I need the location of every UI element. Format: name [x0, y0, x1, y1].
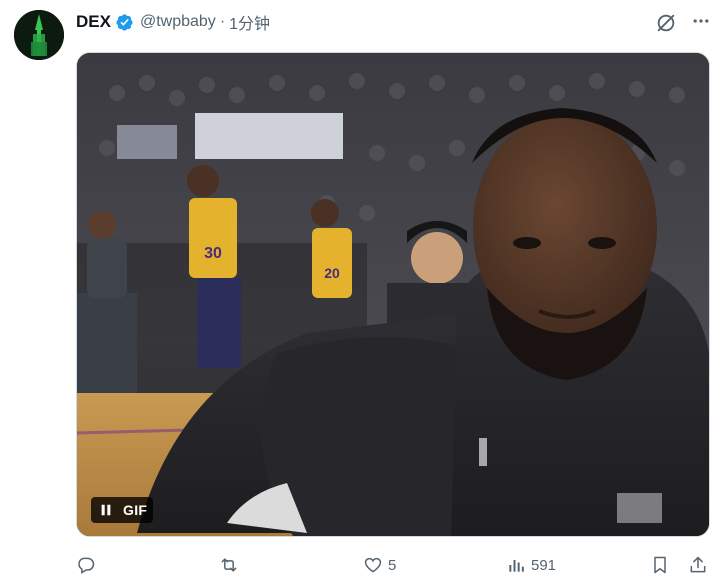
- grok-button[interactable]: [653, 10, 679, 36]
- author-display-name[interactable]: DEX: [76, 12, 111, 32]
- author-handle[interactable]: @twpbaby: [140, 13, 216, 31]
- views-button[interactable]: 591: [506, 552, 556, 578]
- gif-media[interactable]: 30 20 GIF: [76, 52, 710, 537]
- reply-icon: [78, 557, 95, 574]
- gif-badge: GIF: [123, 502, 148, 518]
- reply-button[interactable]: [76, 552, 101, 578]
- more-button[interactable]: [688, 8, 714, 34]
- retweet-button[interactable]: [219, 552, 244, 578]
- grok-icon: [657, 14, 675, 32]
- author-avatar[interactable]: [14, 10, 64, 60]
- like-count: 5: [388, 556, 397, 574]
- views-count: 591: [531, 556, 557, 574]
- timestamp[interactable]: 1分钟: [229, 10, 270, 34]
- separator-dot: ·: [219, 13, 226, 30]
- like-icon: [364, 557, 382, 573]
- more-icon: [693, 19, 709, 23]
- share-icon: [690, 556, 706, 573]
- gif-controls: GIF: [91, 497, 154, 523]
- tweet-actions: 5 591: [76, 552, 716, 578]
- retweet-icon: [221, 558, 237, 572]
- pause-icon: [101, 504, 111, 516]
- pause-button[interactable]: [97, 501, 115, 519]
- share-button[interactable]: [688, 552, 708, 578]
- views-icon: [509, 560, 524, 572]
- verified-badge-icon: [115, 13, 134, 32]
- bookmark-button[interactable]: [650, 552, 670, 578]
- svg-text:20: 20: [324, 265, 340, 281]
- bookmark-icon: [654, 556, 666, 574]
- gif-frame-image: 30 20: [77, 53, 709, 536]
- tweet-header: DEX @twpbaby · 1分钟: [76, 10, 270, 34]
- svg-text:30: 30: [204, 245, 222, 262]
- like-button[interactable]: 5: [363, 552, 396, 578]
